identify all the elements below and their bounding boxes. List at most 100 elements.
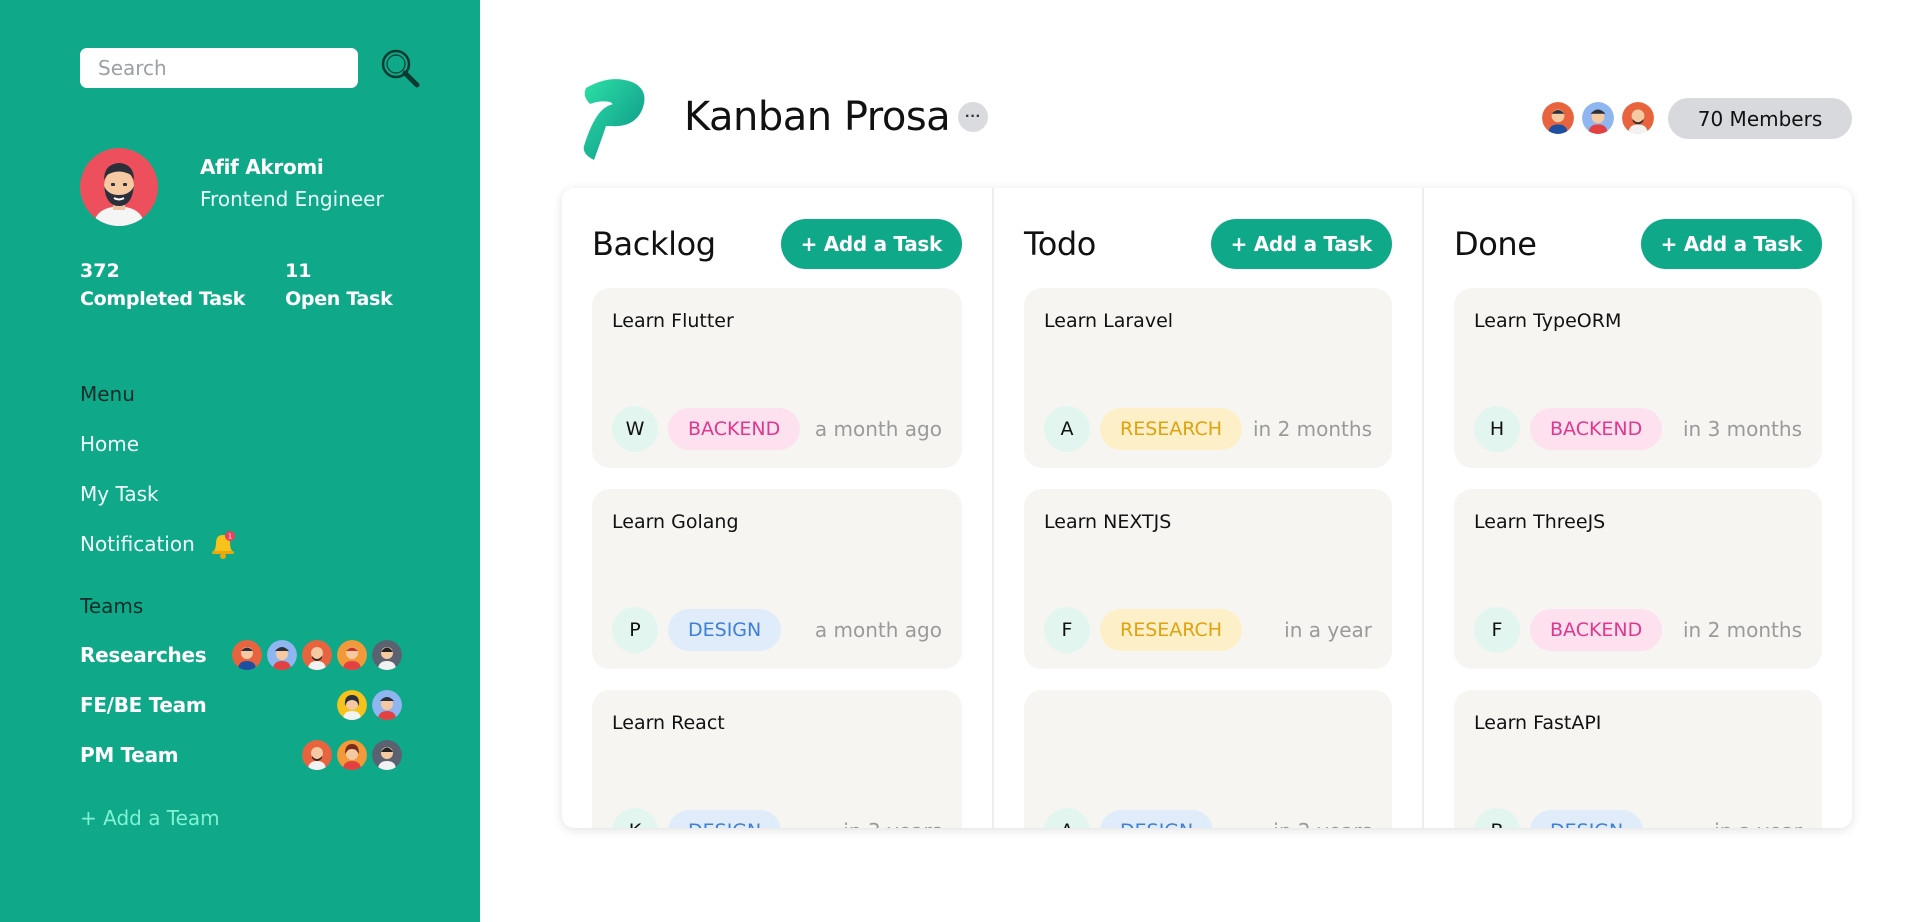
task-card[interactable]: Learn FastAPI B DESIGN in a year [1454, 690, 1822, 828]
assignee-avatar: H [1474, 406, 1520, 452]
assignee-avatar: B [1474, 808, 1520, 828]
assignee-avatar: F [1474, 607, 1520, 653]
search-bar [80, 48, 420, 88]
avatar [372, 690, 402, 720]
task-title: Learn TypeORM [1474, 310, 1622, 332]
team-name: PM Team [80, 743, 179, 767]
stat-open: 11 Open Task [285, 260, 393, 310]
sidebar-item-label: Home [80, 432, 140, 456]
more-options-button[interactable]: ··· [958, 102, 988, 132]
assignee-avatar: F [1044, 607, 1090, 653]
task-tag: BACKEND [1530, 408, 1663, 450]
task-stats: 372 Completed Task 11 Open Task [80, 260, 432, 310]
task-title: Learn Golang [612, 511, 739, 533]
task-card[interactable]: Learn NEXTJS F RESEARCH in a year [1024, 489, 1392, 669]
team-avatars [332, 690, 402, 720]
assignee-avatar: P [612, 607, 658, 653]
avatar [337, 640, 367, 670]
task-tag: DESIGN [668, 609, 782, 651]
avatar [80, 148, 158, 226]
notification-count: 1 [228, 533, 232, 541]
task-tag: RESEARCH [1100, 408, 1243, 450]
add-task-button[interactable]: + Add a Task [780, 219, 962, 269]
main-board: Kanban Prosa ··· 70 Members Backlog + Ad… [480, 0, 1920, 922]
due-date: in a year [1284, 618, 1372, 642]
column-title: Backlog [592, 225, 716, 263]
sidebar: Afif Akromi Frontend Engineer 372 Comple… [0, 0, 480, 922]
due-date: in a year [1714, 819, 1802, 828]
task-card[interactable]: Learn Flutter W BACKEND a month ago [592, 288, 962, 468]
teams-heading: Teams [80, 594, 144, 618]
sidebar-item-label: My Task [80, 482, 159, 506]
add-task-button[interactable]: + Add a Task [1640, 219, 1822, 269]
stat-value: 372 [80, 260, 120, 282]
task-card[interactable]: Learn Golang P DESIGN a month ago [592, 489, 962, 669]
assignee-avatar: W [612, 406, 658, 452]
column-todo: Todo + Add a Task Learn Laravel A RESEAR… [992, 188, 1422, 828]
sidebar-item-label: Notification [80, 532, 195, 556]
avatar [1622, 102, 1654, 134]
task-card[interactable]: Learn Laravel A RESEARCH in 2 months [1024, 288, 1392, 468]
search-input[interactable] [80, 48, 358, 88]
avatar [1582, 102, 1614, 134]
due-date: in 3 years [843, 819, 942, 828]
avatar [302, 740, 332, 770]
avatar [337, 740, 367, 770]
stat-label: Open Task [285, 288, 393, 310]
team-pm[interactable]: PM Team [80, 740, 402, 770]
avatar [1542, 102, 1574, 134]
task-tag: RESEARCH [1100, 609, 1243, 651]
task-tag: BACKEND [668, 408, 801, 450]
team-name: FE/BE Team [80, 693, 207, 717]
task-title: Learn Laravel [1044, 310, 1174, 332]
stat-value: 11 [285, 260, 312, 282]
add-team-link[interactable]: + Add a Team [80, 806, 220, 830]
user-profile: Afif Akromi Frontend Engineer [80, 148, 384, 226]
team-avatars [297, 740, 402, 770]
avatar [372, 740, 402, 770]
sidebar-item-home[interactable]: Home [80, 432, 139, 456]
avatar [337, 690, 367, 720]
task-tag: DESIGN [1100, 810, 1214, 828]
due-date: in 2 years [1273, 819, 1372, 828]
task-card[interactable]: Learn React K DESIGN in 3 years [592, 690, 962, 828]
task-card[interactable]: Learn ThreeJS F BACKEND in 2 months [1454, 489, 1822, 669]
avatar [302, 640, 332, 670]
column-title: Done [1454, 225, 1537, 263]
avatar [267, 640, 297, 670]
due-date: a month ago [814, 618, 942, 642]
assignee-avatar: K [612, 808, 658, 828]
team-fe-be[interactable]: FE/BE Team [80, 690, 402, 720]
column-title: Todo [1024, 225, 1096, 263]
task-card[interactable]: Learn TypeORM H BACKEND in 3 months [1454, 288, 1822, 468]
task-title: Learn React [612, 712, 725, 734]
avatar [232, 640, 262, 670]
profile-name: Afif Akromi [200, 155, 324, 179]
stat-completed: 372 Completed Task [80, 260, 245, 310]
task-card[interactable]: A DESIGN in 2 years [1024, 690, 1392, 828]
add-task-button[interactable]: + Add a Task [1210, 219, 1392, 269]
kanban-board: Backlog + Add a Task Learn Flutter W BAC… [562, 188, 1852, 828]
team-avatars [227, 640, 402, 670]
task-title: Learn NEXTJS [1044, 511, 1172, 533]
bell-icon: 1 [209, 530, 237, 559]
profile-role: Frontend Engineer [200, 187, 384, 211]
due-date: in 2 months [1682, 618, 1802, 642]
ellipsis-icon: ··· [965, 108, 981, 125]
task-title: Learn ThreeJS [1474, 511, 1606, 533]
sidebar-item-notification[interactable]: Notification 1 [80, 530, 237, 559]
page-title: Kanban Prosa [684, 94, 951, 140]
search-button[interactable] [378, 46, 424, 92]
due-date: a month ago [814, 417, 942, 441]
stat-label: Completed Task [80, 288, 246, 310]
column-backlog: Backlog + Add a Task Learn Flutter W BAC… [562, 188, 992, 828]
members-button[interactable]: 70 Members [1668, 98, 1852, 139]
search-icon [381, 49, 420, 88]
assignee-avatar: A [1044, 406, 1090, 452]
team-name: Researches [80, 643, 207, 667]
sidebar-item-my-task[interactable]: My Task [80, 482, 159, 506]
task-tag: DESIGN [668, 810, 782, 828]
team-researches[interactable]: Researches [80, 640, 402, 670]
column-done: Done + Add a Task Learn TypeORM H BACKEN… [1422, 188, 1852, 828]
menu-heading: Menu [80, 382, 135, 406]
